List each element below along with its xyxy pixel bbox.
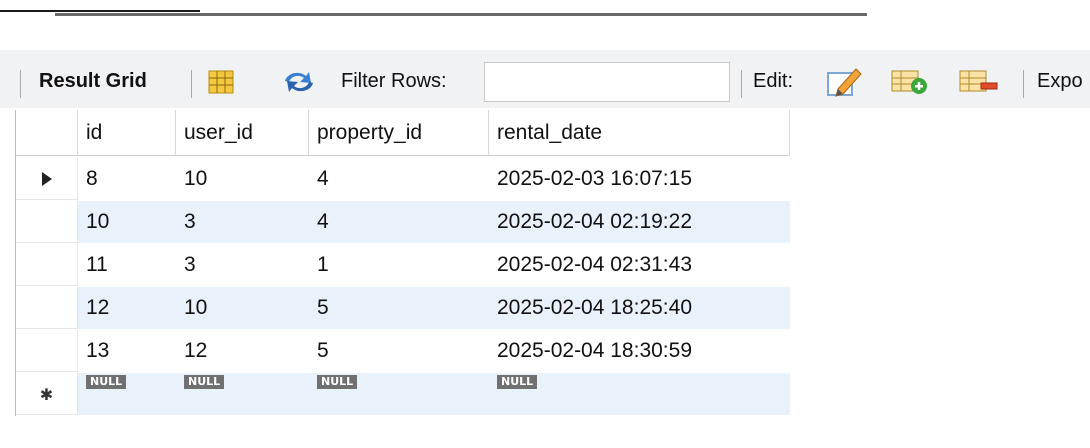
grid-layout-icon[interactable] bbox=[208, 70, 234, 94]
add-row-icon[interactable] bbox=[891, 68, 929, 96]
table-row[interactable]: 11 3 1 2025-02-04 02:31:43 bbox=[16, 244, 790, 286]
table-row[interactable]: 12 10 5 2025-02-04 18:25:40 bbox=[16, 287, 790, 329]
column-header-property-id[interactable]: property_id bbox=[309, 110, 489, 156]
cell-property-id[interactable]: NULL bbox=[309, 373, 489, 415]
export-button[interactable]: Expo bbox=[1037, 58, 1083, 104]
cell-rental-date[interactable]: 2025-02-03 16:07:15 bbox=[489, 158, 790, 200]
edit-label: Edit: bbox=[753, 70, 794, 92]
cell-id[interactable]: NULL bbox=[78, 373, 176, 415]
cell-id[interactable]: 10 bbox=[78, 201, 176, 243]
cell-rental-date[interactable]: 2025-02-04 18:30:59 bbox=[489, 330, 790, 372]
cell-user-id[interactable]: 10 bbox=[176, 287, 309, 329]
null-badge: NULL bbox=[317, 375, 358, 389]
column-header-rental-date[interactable]: rental_date bbox=[489, 110, 790, 156]
delete-row-icon[interactable] bbox=[959, 68, 999, 96]
cell-rental-date[interactable]: 2025-02-04 18:25:40 bbox=[489, 287, 790, 329]
row-selector[interactable] bbox=[16, 330, 78, 372]
cell-id[interactable]: 8 bbox=[78, 158, 176, 200]
new-row-star-icon: ✱ bbox=[39, 387, 54, 404]
null-badge: NULL bbox=[86, 375, 127, 389]
cell-property-id[interactable]: 4 bbox=[309, 201, 489, 243]
cell-user-id[interactable]: NULL bbox=[176, 373, 309, 415]
cell-rental-date[interactable]: 2025-02-04 02:31:43 bbox=[489, 244, 790, 286]
cell-rental-date[interactable]: 2025-02-04 02:19:22 bbox=[489, 201, 790, 243]
toolbar-separator bbox=[20, 70, 21, 98]
row-selector[interactable] bbox=[16, 287, 78, 329]
result-grid-button[interactable]: Result Grid bbox=[39, 58, 147, 104]
table-row[interactable]: 10 3 4 2025-02-04 02:19:22 bbox=[16, 201, 790, 243]
result-toolbar: Result Grid Filter Rows: Edit: Expo bbox=[0, 50, 1090, 108]
cell-user-id[interactable]: 10 bbox=[176, 158, 309, 200]
column-header-user-id[interactable]: user_id bbox=[176, 110, 309, 156]
cell-id[interactable]: 13 bbox=[78, 330, 176, 372]
row-selector[interactable] bbox=[16, 244, 78, 286]
toolbar-separator bbox=[741, 70, 742, 98]
cell-id[interactable]: 11 bbox=[78, 244, 176, 286]
row-selector-header[interactable] bbox=[16, 110, 78, 156]
result-grid: id user_id property_id rental_date 8 10 … bbox=[15, 110, 790, 416]
column-header-id[interactable]: id bbox=[78, 110, 176, 156]
toolbar-separator bbox=[1023, 70, 1024, 98]
divider bbox=[0, 10, 200, 12]
current-row-marker[interactable] bbox=[16, 158, 78, 200]
null-badge: NULL bbox=[497, 375, 538, 389]
table-row[interactable]: 13 12 5 2025-02-04 18:30:59 bbox=[16, 330, 790, 372]
null-badge: NULL bbox=[184, 375, 225, 389]
row-arrow-icon bbox=[41, 172, 52, 187]
cell-rental-date[interactable]: NULL bbox=[489, 373, 790, 415]
cell-property-id[interactable]: 5 bbox=[309, 287, 489, 329]
scrollbar[interactable] bbox=[55, 13, 867, 16]
top-panel bbox=[0, 0, 1090, 50]
row-selector[interactable] bbox=[16, 201, 78, 243]
filter-rows-input[interactable] bbox=[484, 62, 730, 102]
cell-property-id[interactable]: 1 bbox=[309, 244, 489, 286]
refresh-icon[interactable] bbox=[279, 67, 319, 97]
new-row-marker[interactable]: ✱ bbox=[16, 373, 78, 415]
table-row[interactable]: 8 10 4 2025-02-03 16:07:15 bbox=[16, 158, 790, 200]
cell-user-id[interactable]: 12 bbox=[176, 330, 309, 372]
edit-pencil-icon[interactable] bbox=[826, 65, 864, 99]
cell-user-id[interactable]: 3 bbox=[176, 201, 309, 243]
header-row: id user_id property_id rental_date bbox=[16, 110, 790, 156]
toolbar-separator bbox=[191, 70, 192, 98]
cell-user-id[interactable]: 3 bbox=[176, 244, 309, 286]
cell-id[interactable]: 12 bbox=[78, 287, 176, 329]
filter-rows-label: Filter Rows: bbox=[341, 70, 447, 92]
new-row[interactable]: ✱ NULL NULL NULL NULL bbox=[16, 373, 790, 415]
cell-property-id[interactable]: 4 bbox=[309, 158, 489, 200]
cell-property-id[interactable]: 5 bbox=[309, 330, 489, 372]
